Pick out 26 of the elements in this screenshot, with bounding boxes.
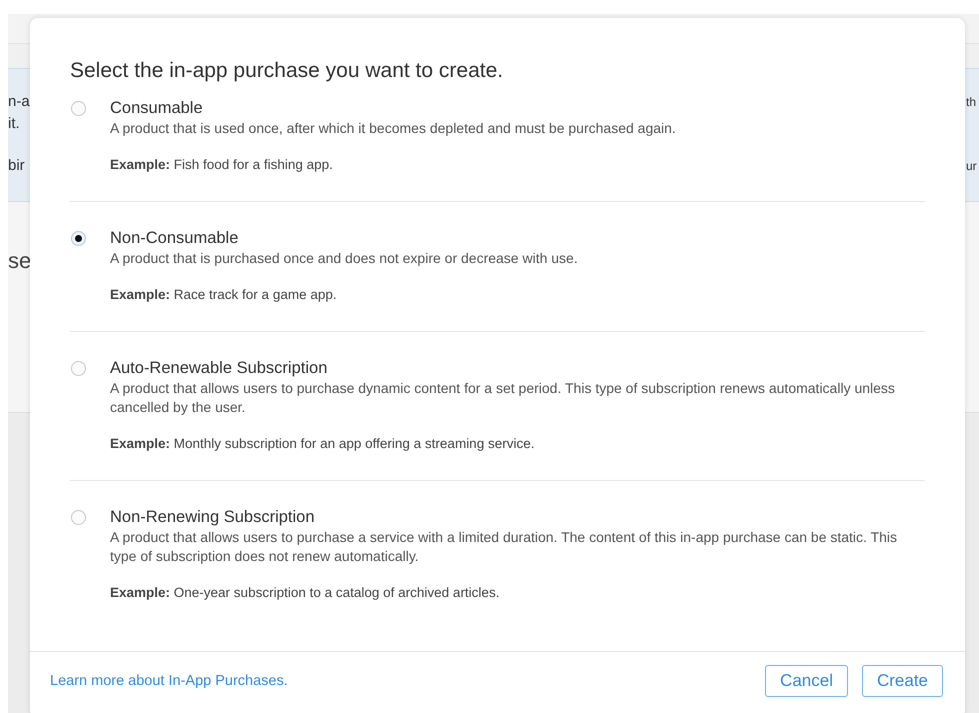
- option-description: A product that is purchased once and does not expire or decrease with use.: [110, 249, 579, 268]
- option-example: Example: One-year subscription to a catalog of archived articles.: [110, 584, 500, 602]
- option-title: Non-Renewing Subscription: [110, 507, 316, 527]
- learn-more-link[interactable]: Learn more about In-App Purchases.: [50, 673, 288, 689]
- partial-text: it.: [8, 114, 21, 134]
- option-title: Auto-Renewable Subscription: [110, 358, 328, 378]
- option-example: Example: Race track for a game app.: [110, 286, 338, 304]
- partial-text: bir: [8, 156, 26, 176]
- option-description: A product that allows users to purchase dynamic content for a set period. This type of subscription renews automatically unless cancelled by the user.: [110, 379, 896, 417]
- option-description: A product that is used once, after which it becomes depleted and must be purchased again.: [110, 119, 677, 138]
- partial-text: th: [966, 94, 976, 111]
- dialog-title: Select the in-app purchase you want to create.: [70, 58, 504, 84]
- option-title: Consumable: [110, 98, 204, 118]
- radio-button[interactable]: [71, 231, 86, 246]
- radio-button[interactable]: [71, 361, 86, 376]
- option-title: Non-Consumable: [110, 228, 240, 248]
- radio-button[interactable]: [71, 101, 86, 116]
- option-description: A product that allows users to purchase a service with a limited duration. The content of this in-app purchase can be static. This type of subscription does not renew automatically.: [110, 528, 898, 566]
- dialog-button[interactable]: Create: [862, 665, 943, 697]
- partial-heading: se: [8, 248, 30, 274]
- option-example: Example: Fish food for a fishing app.: [110, 156, 334, 174]
- partial-text: ur: [966, 158, 977, 175]
- partial-text: n-a: [8, 92, 30, 112]
- option-example: Example: Monthly subscription for an app offering a streaming service.: [110, 435, 536, 453]
- radio-button[interactable]: [71, 510, 86, 525]
- dialog-button[interactable]: Cancel: [765, 665, 848, 697]
